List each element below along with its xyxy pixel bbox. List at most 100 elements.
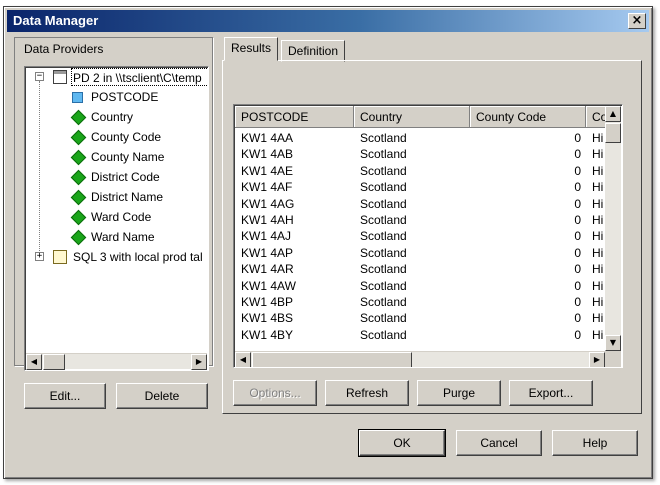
table-cell: Hi <box>592 147 604 162</box>
table-cell: Hi <box>592 295 604 309</box>
table-cell: Scotland <box>360 213 407 227</box>
table-row[interactable]: KW1 4AB Scotland 0 Hi <box>235 146 605 162</box>
scroll-thumb[interactable] <box>252 352 412 367</box>
table-cell: 0 <box>574 180 581 195</box>
table-row[interactable]: KW1 4BY Scotland 0 Hi <box>235 327 605 343</box>
help-button[interactable]: Help <box>552 430 638 456</box>
tree-field-county-name[interactable]: County Name <box>25 148 208 166</box>
tab-definition-label: Definition <box>288 44 339 58</box>
table-cell: Hi <box>592 163 604 178</box>
grid-header: POSTCODE Country County Code Co <box>235 106 616 128</box>
table-cell: KW1 4AW <box>241 278 296 293</box>
table-cell: Hi <box>592 262 604 277</box>
table-cell: 0 <box>574 147 581 162</box>
table-cell: Hi <box>592 311 604 326</box>
close-button[interactable]: × <box>628 13 646 29</box>
scroll-thumb[interactable] <box>605 123 621 143</box>
field-label: Country <box>91 110 134 124</box>
table-cell: KW1 4BS <box>241 311 294 326</box>
cancel-button[interactable]: Cancel <box>456 430 542 456</box>
table-cell: Scotland <box>360 295 407 309</box>
tree-horizontal-scrollbar[interactable]: ◀ ▶ <box>26 353 207 370</box>
query-icon <box>53 250 67 264</box>
tree-field-district-code[interactable]: District Code <box>25 168 208 186</box>
table-row[interactable]: KW1 4AJ Scotland 0 Hi <box>235 228 605 244</box>
table-row[interactable]: KW1 4AG Scotland 0 Hi <box>235 196 605 212</box>
dimension-field-icon <box>70 229 87 246</box>
table-row[interactable]: KW1 4BS Scotland 0 Hi <box>235 310 605 326</box>
tree-item-pd2[interactable]: − PD 2 in \\tsclient\C\temp <box>25 68 208 86</box>
field-label: District Code <box>91 170 160 184</box>
edit-button-label: Edit... <box>49 389 81 403</box>
tree-field-ward-code[interactable]: Ward Code <box>25 208 208 226</box>
column-header-postcode[interactable]: POSTCODE <box>235 106 354 128</box>
table-cell: 0 <box>574 196 581 211</box>
collapse-icon[interactable]: − <box>35 72 44 81</box>
table-cell: Hi <box>592 278 604 293</box>
scroll-up-icon[interactable]: ▲ <box>605 106 621 122</box>
table-row[interactable]: KW1 4AW Scotland 0 Hi <box>235 278 605 294</box>
dimension-field-icon <box>70 129 87 146</box>
dimension-field-icon <box>70 189 87 206</box>
table-row[interactable]: KW1 4AA Scotland 0 Hi <box>235 130 605 146</box>
results-grid[interactable]: POSTCODE Country County Code Co KW1 4AA S… <box>233 104 623 368</box>
dimension-field-icon <box>70 169 87 186</box>
tab-definition[interactable]: Definition <box>281 40 346 62</box>
grid-vertical-scrollbar[interactable]: ▲ ▼ <box>605 106 621 351</box>
data-providers-tree[interactable]: − PD 2 in \\tsclient\C\temp POSTCODE Cou… <box>24 66 209 371</box>
scroll-right-icon[interactable]: ▶ <box>191 354 207 370</box>
scroll-thumb[interactable] <box>43 354 65 370</box>
table-cell: KW1 4AJ <box>241 229 292 244</box>
key-field-icon <box>72 92 83 103</box>
table-cell: 0 <box>574 327 581 342</box>
dimension-field-icon <box>70 109 87 126</box>
edit-button[interactable]: Edit... <box>24 383 106 409</box>
table-row[interactable]: KW1 4AR Scotland 0 Hi <box>235 261 605 277</box>
tree-field-district-name[interactable]: District Name <box>25 188 208 206</box>
scroll-left-icon[interactable]: ◀ <box>235 352 251 367</box>
field-label: County Code <box>91 130 162 144</box>
tree-field-ward-name[interactable]: Ward Name <box>25 228 208 246</box>
table-cell: Hi <box>592 245 604 260</box>
column-header-country[interactable]: Country <box>354 106 470 128</box>
help-button-label: Help <box>582 436 608 450</box>
table-cell: Hi <box>592 213 604 227</box>
tree-item-sql3[interactable]: + SQL 3 with local prod tal <box>25 248 208 266</box>
tree-field-country[interactable]: Country <box>25 108 208 126</box>
ok-button[interactable]: OK <box>358 429 446 457</box>
table-cell: KW1 4AP <box>241 245 294 260</box>
table-row[interactable]: KW1 4AH Scotland 0 Hi <box>235 212 605 228</box>
table-row[interactable]: KW1 4BP Scotland 0 Hi <box>235 294 605 310</box>
title-bar[interactable]: Data Manager × <box>7 10 649 32</box>
table-cell: Scotland <box>360 131 407 145</box>
table-cell: Scotland <box>360 311 407 326</box>
table-cell: 0 <box>574 163 581 178</box>
table-cell: KW1 4BP <box>241 295 294 309</box>
table-cell: Hi <box>592 196 604 211</box>
table-cell: Scotland <box>360 278 407 293</box>
field-label: Ward Code <box>91 210 152 224</box>
table-cell: 0 <box>574 213 581 227</box>
table-row[interactable]: KW1 4AE Scotland 0 Hi <box>235 163 605 179</box>
dimension-field-icon <box>70 209 87 226</box>
table-cell: KW1 4AR <box>241 262 294 277</box>
table-cell: 0 <box>574 131 581 145</box>
scroll-right-icon[interactable]: ▶ <box>589 352 605 367</box>
field-label: POSTCODE <box>91 90 159 104</box>
grid-body: KW1 4AA Scotland 0 Hi KW1 4AB Scotland 0 Hi KW1 … <box>235 130 605 352</box>
scroll-left-icon[interactable]: ◀ <box>26 354 42 370</box>
column-header-county-code[interactable]: County Code <box>470 106 586 128</box>
table-row[interactable]: KW1 4AP Scotland 0 Hi <box>235 245 605 261</box>
delete-button[interactable]: Delete <box>116 383 208 409</box>
table-cell: KW1 4AE <box>241 163 294 178</box>
expand-icon[interactable]: + <box>35 252 44 261</box>
table-row[interactable]: KW1 4AF Scotland 0 Hi <box>235 179 605 195</box>
tree-field-postcode[interactable]: POSTCODE <box>25 88 208 106</box>
tree-field-county-code[interactable]: County Code <box>25 128 208 146</box>
tab-results[interactable]: Results <box>224 37 279 61</box>
table-cell: Scotland <box>360 163 407 178</box>
table-cell: 0 <box>574 245 581 260</box>
table-cell: Scotland <box>360 147 407 162</box>
grid-horizontal-scrollbar[interactable]: ◀ ▶ <box>235 351 605 367</box>
scroll-down-icon[interactable]: ▼ <box>605 335 621 351</box>
